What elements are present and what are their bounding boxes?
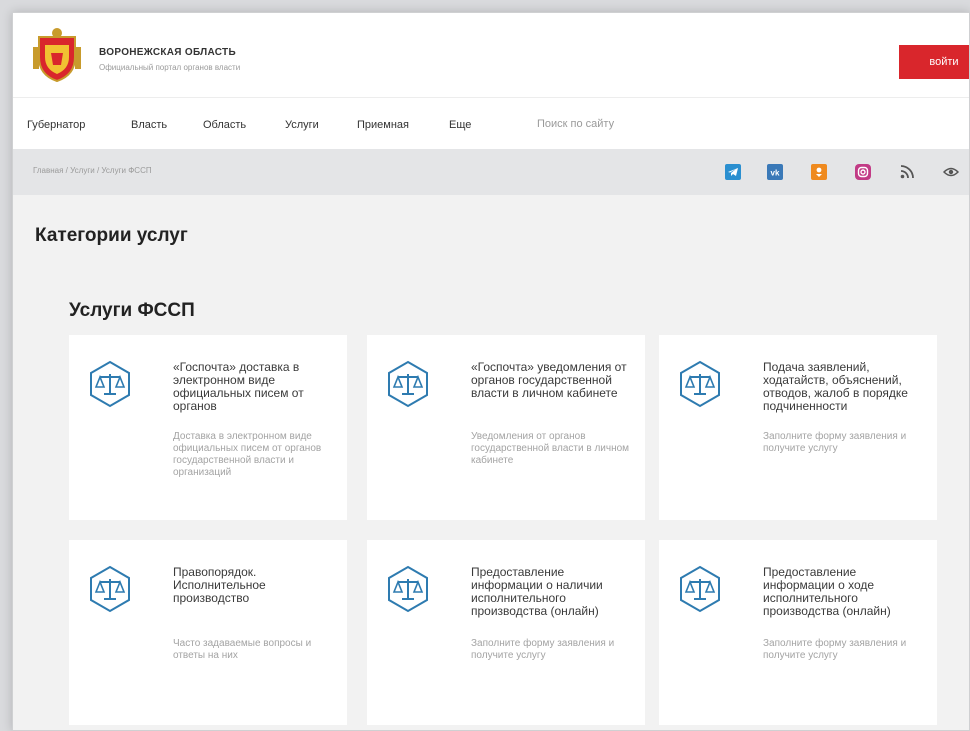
vk-icon[interactable]: vk bbox=[767, 164, 783, 180]
card-title[interactable]: Правопорядок. Исполнительное производств… bbox=[173, 566, 333, 605]
site-header: ВОРОНЕЖСКАЯ ОБЛАСТЬ Официальный портал о… bbox=[13, 13, 969, 97]
site-subtitle: Официальный портал органов власти bbox=[99, 63, 241, 72]
page-title: Категории услуг bbox=[35, 225, 188, 246]
card-description: Доставка в электронном виде официальных … bbox=[173, 431, 322, 478]
card-description: Заполните форму заявления и получите усл… bbox=[471, 638, 615, 661]
card-description: Заполните форму заявления и получите усл… bbox=[763, 638, 907, 661]
scales-icon bbox=[85, 564, 135, 614]
card-description: Уведомления от органов государственной в… bbox=[471, 431, 630, 466]
search-input[interactable] bbox=[537, 112, 717, 136]
section-title: Услуги ФССП bbox=[69, 300, 195, 321]
service-card[interactable]: Предоставление информации о ходе исполни… bbox=[659, 540, 937, 725]
nav-item-reception[interactable]: Приемная bbox=[357, 119, 409, 131]
instagram-icon[interactable] bbox=[855, 164, 871, 180]
breadcrumb[interactable]: Главная / Услуги / Услуги ФССП bbox=[33, 166, 152, 175]
service-card[interactable]: «Госпочта» уведомления от органов госуда… bbox=[367, 335, 645, 520]
scales-icon bbox=[675, 564, 725, 614]
site-title[interactable]: ВОРОНЕЖСКАЯ ОБЛАСТЬ bbox=[99, 47, 236, 58]
service-card[interactable]: «Госпочта» доставка в электронном виде о… bbox=[69, 335, 347, 520]
nav-item-power[interactable]: Власть bbox=[131, 119, 167, 131]
service-card[interactable]: Подача заявлений, ходатайств, объяснений… bbox=[659, 335, 937, 520]
service-card[interactable]: Предоставление информации о наличии испо… bbox=[367, 540, 645, 725]
coat-of-arms-logo[interactable] bbox=[31, 27, 83, 83]
svg-text:vk: vk bbox=[771, 169, 780, 178]
scales-icon bbox=[383, 564, 433, 614]
nav-item-governor[interactable]: Губернатор bbox=[27, 119, 85, 131]
nav-item-more[interactable]: Еще bbox=[449, 119, 471, 131]
card-title[interactable]: Предоставление информации о наличии испо… bbox=[471, 566, 631, 618]
rss-icon[interactable] bbox=[899, 164, 915, 180]
scales-icon bbox=[383, 359, 433, 409]
nav-item-region[interactable]: Область bbox=[203, 119, 246, 131]
browser-frame: ВОРОНЕЖСКАЯ ОБЛАСТЬ Официальный портал о… bbox=[12, 12, 970, 731]
card-title[interactable]: «Госпочта» доставка в электронном виде о… bbox=[173, 361, 333, 413]
scales-icon bbox=[675, 359, 725, 409]
card-title[interactable]: Подача заявлений, ходатайств, объяснений… bbox=[763, 361, 923, 413]
card-title[interactable]: Предоставление информации о ходе исполни… bbox=[763, 566, 923, 618]
nav-item-services[interactable]: Услуги bbox=[285, 119, 319, 131]
main-nav: Губернатор Власть Область Услуги Приемна… bbox=[13, 97, 969, 149]
eye-icon[interactable] bbox=[943, 164, 959, 180]
breadcrumb-bar: Главная / Услуги / Услуги ФССП vk bbox=[13, 149, 969, 195]
card-title[interactable]: «Госпочта» уведомления от органов госуда… bbox=[471, 361, 631, 400]
scales-icon bbox=[85, 359, 135, 409]
card-description: Часто задаваемые вопросы и ответы на них bbox=[173, 638, 312, 661]
service-card[interactable]: Правопорядок. Исполнительное производств… bbox=[69, 540, 347, 725]
telegram-icon[interactable] bbox=[725, 164, 741, 180]
ok-icon[interactable] bbox=[811, 164, 827, 180]
login-button[interactable]: войти bbox=[899, 45, 969, 79]
card-description: Заполните форму заявления и получите усл… bbox=[763, 431, 907, 454]
